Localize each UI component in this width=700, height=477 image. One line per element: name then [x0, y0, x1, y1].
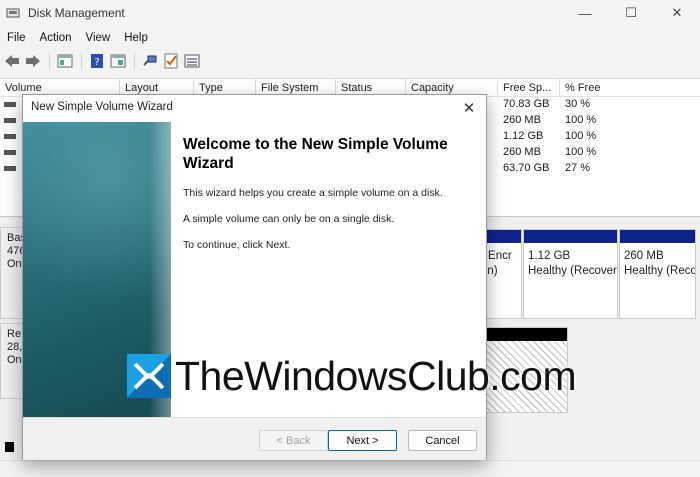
wizard-content: Welcome to the New Simple Volume Wizard …: [183, 135, 473, 265]
menu-view[interactable]: View: [79, 32, 118, 44]
free-space-cell: 260 MB: [503, 146, 541, 158]
percent-free-cell: 100 %: [565, 146, 597, 158]
volume-icon: [4, 102, 16, 107]
dialog-title: New Simple Volume Wizard: [31, 101, 173, 113]
column-free-space[interactable]: Free Sp...: [498, 79, 560, 96]
wizard-description: This wizard helps you create a simple vo…: [183, 187, 443, 199]
help-icon[interactable]: ?: [87, 51, 107, 71]
volume-icon: [4, 118, 16, 123]
partition-status: Healthy (Recove: [624, 265, 695, 277]
properties-icon[interactable]: [108, 51, 128, 71]
next-button[interactable]: Next >: [328, 430, 397, 451]
wizard-note: A simple volume can only be on a single …: [183, 213, 395, 225]
cancel-button[interactable]: Cancel: [408, 430, 477, 451]
wizard-footer: < Back Next > Cancel: [23, 417, 486, 460]
legend-swatch: [5, 442, 14, 452]
dialog-title-bar: New Simple Volume Wizard ✕: [23, 95, 486, 121]
toolbar-separator: [134, 53, 135, 69]
free-space-cell: 70.83 GB: [503, 98, 550, 110]
maximize-button[interactable]: ☐: [608, 0, 654, 26]
toolbar-separator: [81, 53, 82, 69]
status-bar: [0, 460, 700, 477]
title-bar: Disk Management — ☐ ✕: [0, 0, 700, 26]
partition-recovery-2[interactable]: 260 MB Healthy (Recove: [619, 229, 696, 319]
toolbar-separator: [49, 53, 50, 69]
console-tree-icon[interactable]: [55, 51, 75, 71]
wizard-panel-curve: [149, 122, 171, 417]
free-space-cell: 63.70 GB: [503, 162, 550, 174]
dialog-close-icon[interactable]: ✕: [452, 95, 486, 121]
checklist-icon[interactable]: [161, 51, 181, 71]
column-percent-free[interactable]: % Free: [560, 79, 700, 96]
percent-free-cell: 30 %: [565, 98, 591, 110]
window-title: Disk Management: [28, 6, 125, 20]
percent-free-cell: 27 %: [565, 162, 591, 174]
partition-size: 260 MB: [624, 250, 664, 262]
minimize-button[interactable]: —: [562, 0, 608, 26]
toolbar: ?: [0, 50, 700, 72]
partition-cap: [524, 230, 617, 243]
menu-action[interactable]: Action: [33, 32, 79, 44]
svg-text:?: ?: [94, 57, 99, 68]
list-view-icon[interactable]: [182, 51, 202, 71]
back-arrow-icon[interactable]: [2, 51, 22, 71]
forward-arrow-icon[interactable]: [23, 51, 43, 71]
percent-free-cell: 100 %: [565, 130, 597, 142]
close-button[interactable]: ✕: [654, 0, 700, 26]
back-button[interactable]: < Back: [259, 430, 328, 451]
wizard-instruction: To continue, click Next.: [183, 239, 291, 251]
partition-cap: [620, 230, 695, 243]
disk-management-icon: [6, 8, 20, 18]
wizard-side-panel: [23, 122, 171, 417]
menu-help[interactable]: Help: [117, 32, 155, 44]
menu-bar: File Action View Help: [0, 28, 155, 48]
percent-free-cell: 100 %: [565, 114, 597, 126]
partition-size: 1.12 GB: [528, 250, 571, 262]
menu-file[interactable]: File: [0, 32, 33, 44]
free-space-cell: 260 MB: [503, 114, 541, 126]
volume-icon: [4, 166, 16, 171]
volume-icon: [4, 134, 16, 139]
free-space-cell: 1.12 GB: [503, 130, 544, 142]
connect-icon[interactable]: [140, 51, 160, 71]
partition-status: Healthy (Recover: [528, 265, 617, 277]
partition-recovery-1[interactable]: 1.12 GB Healthy (Recover: [523, 229, 618, 319]
volume-icon: [4, 150, 16, 155]
new-simple-volume-wizard: New Simple Volume Wizard ✕ Welcome to th…: [22, 94, 487, 460]
wizard-heading: Welcome to the New Simple Volume Wizard: [183, 136, 448, 172]
